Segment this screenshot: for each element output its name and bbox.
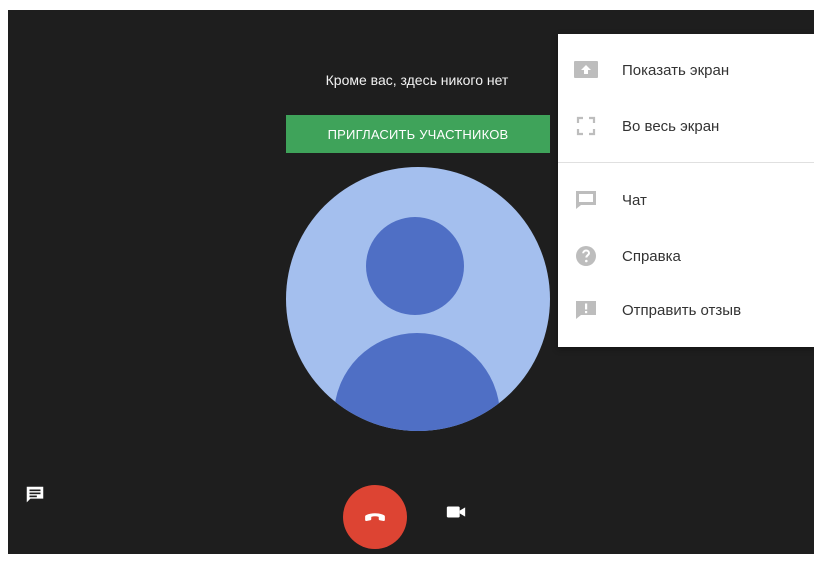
options-menu: Показать экран Во весь экран Чат Справка… bbox=[558, 34, 814, 347]
menu-item-fullscreen[interactable]: Во весь экран bbox=[558, 100, 814, 152]
hangup-icon bbox=[365, 513, 385, 522]
chat-icon bbox=[572, 186, 600, 214]
menu-item-present-screen[interactable]: Показать экран bbox=[558, 44, 814, 96]
menu-item-label: Во весь экран bbox=[622, 117, 720, 135]
empty-call-message: Кроме вас, здесь никого нет bbox=[325, 72, 509, 88]
camera-button[interactable] bbox=[442, 498, 470, 526]
chat-button[interactable] bbox=[22, 482, 48, 508]
menu-item-label: Отправить отзыв bbox=[622, 301, 742, 319]
feedback-icon bbox=[572, 296, 600, 324]
menu-item-send-feedback[interactable]: Отправить отзыв bbox=[558, 284, 814, 336]
camera-icon bbox=[446, 506, 466, 518]
user-avatar bbox=[286, 167, 550, 431]
avatar-body bbox=[334, 333, 500, 431]
fullscreen-icon bbox=[572, 112, 600, 140]
menu-item-label: Чат bbox=[622, 191, 647, 209]
menu-item-label: Показать экран bbox=[622, 61, 730, 79]
help-icon bbox=[572, 242, 600, 270]
avatar-head bbox=[366, 217, 464, 315]
hangup-button[interactable] bbox=[343, 485, 407, 549]
menu-item-help[interactable]: Справка bbox=[558, 230, 814, 282]
invite-participants-button[interactable]: ПРИГЛАСИТЬ УЧАСТНИКОВ bbox=[286, 115, 550, 153]
menu-divider bbox=[558, 162, 814, 163]
present-screen-icon bbox=[572, 56, 600, 84]
chat-icon bbox=[26, 486, 44, 503]
menu-item-label: Справка bbox=[622, 247, 681, 265]
menu-item-chat[interactable]: Чат bbox=[558, 174, 814, 226]
